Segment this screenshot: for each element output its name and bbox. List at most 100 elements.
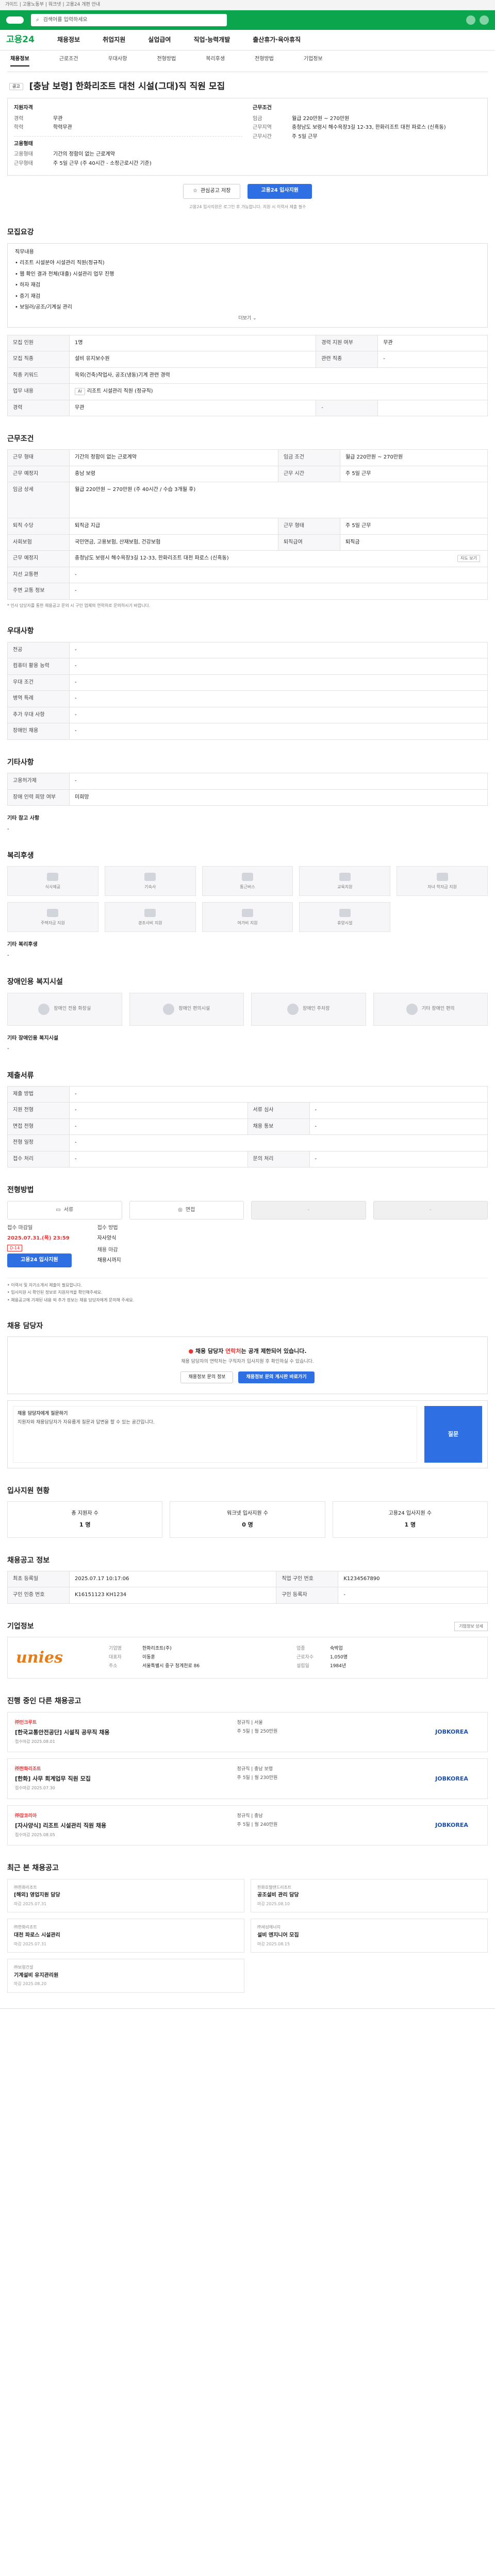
- table-key: 직종 키워드: [7, 367, 70, 384]
- deadline-note: • 채용공고에 기재된 내용 외 추가 정보는 채용 담당자에게 문의해 주세요…: [7, 1298, 135, 1303]
- table-row: 근무 예정지 충남 보령 근무 시간 주 5일 근무: [7, 465, 488, 483]
- tab-selection[interactable]: 전형방법: [255, 56, 274, 66]
- recent-title[interactable]: 기계설비 유지관리원: [14, 1972, 238, 1980]
- disability-subtitle: 기타 장애인용 복지시설: [7, 1035, 58, 1041]
- tab-method[interactable]: 전형방법: [157, 56, 176, 66]
- site-logo[interactable]: [6, 16, 24, 24]
- info-key: 기업명: [109, 1646, 122, 1652]
- nav-item[interactable]: 출산휴가·육아휴직: [253, 36, 301, 44]
- recent-job-card[interactable]: ㈜한화리조트 대천 파로스 시설관리 마감 2025.07.31: [7, 1919, 244, 1953]
- nav-item[interactable]: 실업급여: [148, 36, 171, 44]
- table-key: 모집 인원: [7, 334, 70, 352]
- apply-button[interactable]: 고용24 입사지원: [248, 184, 312, 199]
- table-key: 컴퓨터 활용 능력: [7, 658, 70, 675]
- job-card[interactable]: ㈜한화리조트 [한화] 사무 회계업무 직원 모집 접수마감 2025.07.30 …: [7, 1758, 488, 1799]
- question-input[interactable]: 채용 담당자에게 질문하기 지원자와 채용담당자가 자유롭게 질문과 답변을 할 …: [13, 1405, 417, 1463]
- company-info: 기업명 한화리조트(주) 업종 숙박업 대표자 이동훈 근로자수 1,050명 주소 서울특별…: [109, 1646, 479, 1670]
- table-key: 관련 직종: [316, 351, 378, 368]
- deadline-value: 자사양식: [97, 1235, 117, 1242]
- table-value: 설비 유지보수원: [69, 351, 317, 368]
- more-button[interactable]: 더보기 ⌄: [15, 315, 480, 322]
- deadline-apply-button[interactable]: 고용24 입사지원: [7, 1253, 72, 1267]
- table-key: 지원 전형: [7, 1102, 70, 1119]
- tab-company[interactable]: 기업정보: [304, 56, 323, 66]
- question-submit-button[interactable]: 질문: [424, 1405, 482, 1463]
- recent-title[interactable]: [해외] 영업지원 담당: [14, 1892, 238, 1900]
- tab-preference[interactable]: 우대사항: [108, 56, 127, 66]
- section-title: 채용 담당자: [7, 1321, 43, 1330]
- meal-icon: [47, 872, 59, 881]
- deadline-label: 채용 마감: [97, 1247, 118, 1253]
- nav-item[interactable]: 취업지원: [103, 36, 125, 44]
- recent-job-card[interactable]: 한화호텔앤드리조트 공조설비 관리 담당 마감 2025.08.10: [251, 1878, 488, 1913]
- leisure-icon: [241, 908, 253, 917]
- job-title-link[interactable]: [한화] 사무 회계업무 직원 모집: [15, 1775, 229, 1783]
- step-label: -: [307, 1207, 310, 1213]
- nav-item[interactable]: 직업·능력개발: [193, 36, 230, 44]
- recent-title[interactable]: 설비 엔지니어 모집: [257, 1932, 481, 1940]
- tab-recruit[interactable]: 채용정보: [10, 56, 29, 66]
- recent-job-card[interactable]: ㈜세성에너지 설비 엔지니어 모집 마감 2025.08.15: [251, 1919, 488, 1953]
- conditions-table: 근무 형태 기간의 정함이 없는 근로계약 임금 조건 월급 220만원 ~ 270만…: [7, 449, 488, 600]
- documents-table: 제출 방법 - 지원 전형 - 서류 심사 - 면접 전형 - 채용 통보 - 전형 일정 - …: [7, 1086, 488, 1168]
- welfare-subtitle: 기타 복리후생: [7, 942, 38, 948]
- summary-value: 주 5일 근무: [292, 133, 318, 140]
- tab-conditions[interactable]: 근로조건: [59, 56, 78, 66]
- recent-job-card[interactable]: ㈜한화리조트 [해외] 영업지원 담당 마감 2025.07.31: [7, 1878, 244, 1913]
- table-value: 주 5일 근무: [339, 518, 488, 535]
- table-value: 충남 보령: [69, 465, 278, 483]
- section-title: 우대사항: [7, 627, 34, 636]
- recent-job-card[interactable]: ㈜보령건설 기계설비 유지관리원 마감 2025.08.20: [7, 1959, 244, 1993]
- recent-title[interactable]: 대천 파로스 시설관리: [14, 1932, 238, 1940]
- job-card[interactable]: ㈜인크루트 [한국교통안전공단] 시설직 공무직 채용 접수마감 2025.08.0…: [7, 1711, 488, 1753]
- recent-jobs-grid: ㈜한화리조트 [해외] 영업지원 담당 마감 2025.07.31 한화호텔앤드리조…: [7, 1878, 488, 1993]
- info-key: 업종: [296, 1646, 305, 1652]
- contact-info-button[interactable]: 채용정보 문의 정보: [180, 1371, 234, 1383]
- dorm-icon: [144, 872, 156, 881]
- deadline-value: 2025.07.31.(목) 23:59: [7, 1235, 70, 1242]
- top-utility-text: 가이드 | 고용노동부 | 워크넷 | 고용24 개편 안내: [5, 2, 101, 7]
- search-input[interactable]: ⌕ 검색어를 입력하세요: [31, 14, 227, 26]
- welfare-label: 기숙사: [144, 884, 156, 889]
- table-row: 사회보험 국민연금, 고용보험, 산재보험, 건강보험 퇴직급여 퇴직금: [7, 534, 488, 551]
- user-icon[interactable]: [480, 15, 489, 25]
- summary-key: 근무지역: [253, 125, 272, 131]
- job-card[interactable]: ㈜잡코리아 [자사양식] 리조트 시설관리 직원 채용 접수마감 2025.08.0…: [7, 1805, 488, 1846]
- table-key: 퇴직 수당: [7, 518, 70, 535]
- education-icon: [339, 872, 351, 881]
- menu-icon[interactable]: [466, 15, 475, 25]
- stat-label: 워크넷 입사지원 수: [227, 1511, 268, 1517]
- recent-title[interactable]: 공조설비 관리 담당: [257, 1892, 481, 1900]
- map-button[interactable]: 지도 보기: [457, 555, 480, 562]
- job-title-link[interactable]: [한국교통안전공단] 시설직 공무직 채용: [15, 1728, 229, 1737]
- table-row: 근무 형태 기간의 정함이 없는 근로계약 임금 조건 월급 220만원 ~ 270만…: [7, 449, 488, 466]
- welfare-card: 경조사비 지원: [104, 902, 196, 933]
- summary-value: 학력무관: [53, 125, 72, 131]
- stat-card: 워크넷 입사지원 수 0 명: [170, 1501, 325, 1538]
- save-button[interactable]: ☆ 관심공고 저장: [183, 184, 241, 199]
- preference-table: 전공 - 컴퓨터 활용 능력 - 우대 조건 - 병역 특례 - 추가 우대 사항 - 장…: [7, 641, 488, 740]
- deadline-label: 접수 마감일: [7, 1225, 33, 1231]
- info-value: 이동훈: [142, 1655, 155, 1660]
- job-title-link[interactable]: [자사양식] 리조트 시설관리 직원 채용: [15, 1822, 229, 1830]
- table-value: 미희망: [69, 789, 488, 806]
- nav-item[interactable]: 채용정보: [57, 36, 80, 44]
- table-key: 모집 직종: [7, 351, 70, 368]
- welfare-card: 통근버스: [202, 866, 293, 896]
- job-meta: 정규직 | 충남 보령: [237, 1767, 273, 1772]
- section-title: 진행 중인 다른 채용공고: [7, 1697, 81, 1706]
- welfare-card: 교육지원: [299, 866, 391, 896]
- page-footer: [0, 2008, 495, 2027]
- table-value: -: [309, 1150, 488, 1168]
- qna-board-button[interactable]: 채용정보 문의 게시판 바로가기: [238, 1371, 315, 1383]
- summary-row: 근무시간 주 5일 근무: [253, 133, 481, 141]
- section-title: 복리후생: [7, 852, 34, 860]
- gift-icon: [144, 908, 156, 917]
- company-detail-button[interactable]: 기업정보 상세: [454, 1622, 488, 1631]
- nav-brand[interactable]: 고용24: [6, 33, 35, 46]
- contact-buttons: 채용정보 문의 정보 채용정보 문의 게시판 바로가기: [18, 1371, 477, 1383]
- table-key: 문의 처리: [247, 1150, 310, 1168]
- tab-welfare[interactable]: 복리후생: [206, 56, 225, 66]
- recent-company: ㈜세성에너지: [257, 1925, 280, 1930]
- table-row: 경력 무관 -: [7, 399, 488, 417]
